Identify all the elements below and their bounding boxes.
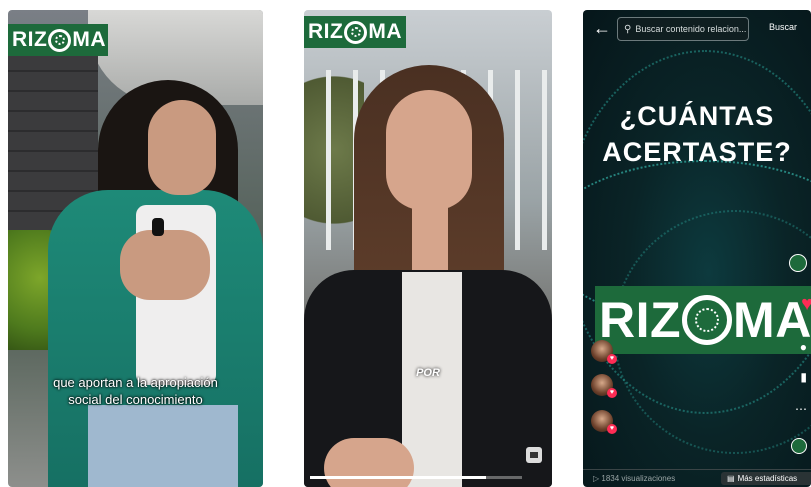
view-count: ▷ 1834 visualizaciones (593, 474, 676, 483)
caption-line-1: que aportan a la apropiación (53, 375, 218, 390)
like-heart-icon[interactable]: ♥ (801, 293, 811, 316)
rizoma-logo: RIZ MA (304, 16, 406, 48)
presenter-hand (324, 438, 414, 487)
music-disc-icon[interactable] (791, 438, 807, 454)
stats-icon: ▤ (727, 474, 735, 483)
logo-ring-icon (344, 20, 368, 44)
lavalier-mic-icon (152, 218, 164, 236)
video-thumbnail-1[interactable]: RIZ MA que aportan a la apropiación socia… (8, 10, 263, 487)
more-options-icon[interactable]: ⋯ (795, 402, 807, 416)
logo-text-right: MA (368, 20, 402, 43)
logo-ring-icon (682, 295, 733, 345)
logo-text-left: RIZ (12, 28, 48, 51)
viewer-avatar[interactable]: ♥ (591, 410, 617, 434)
more-stats-button[interactable]: ▤ Más estadísticas (721, 472, 811, 485)
search-button[interactable]: Buscar (769, 22, 797, 32)
heart-badge-icon: ♥ (607, 388, 617, 398)
heart-badge-icon: ♥ (607, 424, 617, 434)
search-header: ← ⚲ Buscar contenido relacion... Buscar (583, 10, 811, 48)
search-placeholder: Buscar contenido relacion... (635, 24, 747, 34)
presenter-neck (412, 205, 448, 275)
logo-ring-icon (48, 28, 72, 52)
video-footer: ▷ 1834 visualizaciones ▤ Más estadísticas (583, 469, 811, 487)
presenter-face (148, 100, 216, 195)
video-progress-bar[interactable] (310, 476, 522, 479)
viewer-avatar[interactable]: ♥ (591, 374, 617, 398)
rizoma-logo: RIZ MA (8, 24, 108, 56)
bookmark-icon[interactable]: ▮ (800, 370, 807, 384)
video-thumbnail-2[interactable]: RIZ MA POR (304, 10, 552, 487)
back-arrow-icon[interactable]: ← (593, 18, 611, 39)
logo-text-right: MA (72, 28, 106, 51)
heart-badge-icon: ♥ (607, 354, 617, 364)
comment-icon[interactable]: ● (800, 340, 807, 354)
presenter-face (386, 90, 472, 210)
video-progress-fill (310, 476, 486, 479)
view-count-text: 1834 visualizaciones (601, 474, 676, 483)
video-headline: ¿CUÁNTAS ACERTASTE? (583, 98, 811, 170)
presenter-jeans (88, 405, 238, 487)
headline-line-2: ACERTASTE? (602, 137, 792, 167)
video-caption: que aportan a la apropiación social del … (8, 374, 263, 408)
stats-button-label: Más estadísticas (737, 474, 798, 483)
video-subtitle: POR (416, 367, 440, 379)
headline-line-1: ¿CUÁNTAS (619, 101, 775, 131)
logo-text-left: RIZ (308, 20, 344, 43)
caption-line-2: social del conocimiento (68, 392, 203, 407)
picture-in-picture-icon[interactable] (526, 447, 542, 463)
creator-avatar-icon[interactable] (789, 254, 807, 272)
logo-text-left: RIZ (599, 292, 682, 348)
rizoma-logo-large: RIZ MA (595, 286, 811, 354)
tiktok-video-view: ← ⚲ Buscar contenido relacion... Buscar … (583, 10, 811, 487)
search-icon: ⚲ (624, 23, 632, 35)
viewer-avatar[interactable]: ♥ (591, 340, 617, 364)
search-input[interactable]: ⚲ Buscar contenido relacion... (617, 17, 749, 41)
presenter-hands (120, 230, 210, 300)
